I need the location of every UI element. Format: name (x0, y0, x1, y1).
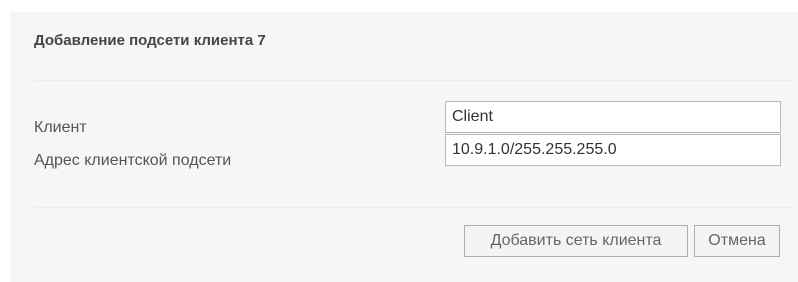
subnet-address-input[interactable] (445, 134, 781, 166)
add-client-network-button[interactable]: Добавить сеть клиента (464, 225, 688, 257)
client-input[interactable] (445, 101, 781, 133)
subnet-address-label: Адрес клиентской подсети (34, 152, 232, 169)
client-label: Клиент (34, 119, 87, 136)
dialog-title: Добавление подсети клиента 7 (34, 32, 266, 49)
footer-divider (34, 207, 796, 208)
cancel-button[interactable]: Отмена (694, 225, 780, 257)
header-divider (34, 80, 796, 81)
